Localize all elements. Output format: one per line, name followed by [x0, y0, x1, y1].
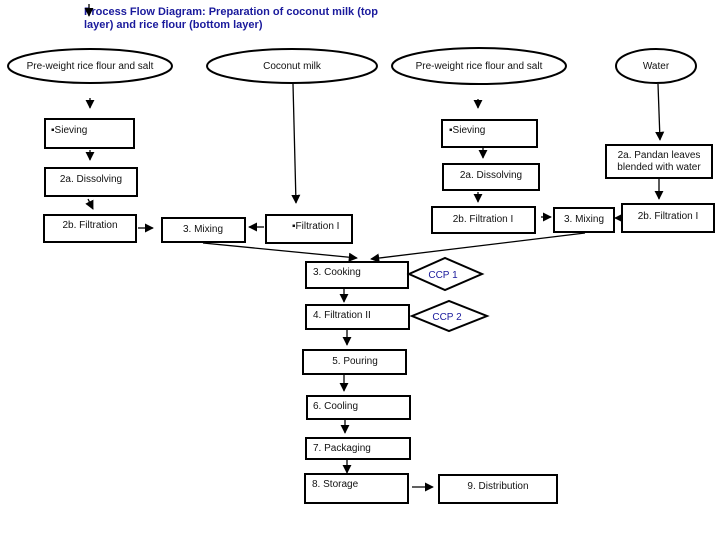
step-cooling: 6. Cooling — [306, 395, 411, 420]
step-distribution: 9. Distribution — [438, 474, 558, 504]
step-left-dissolving: 2a. Dissolving — [44, 167, 138, 197]
ccp2-label: CCP 2 — [432, 312, 462, 323]
step-filtration2-label: 4. Filtration II — [313, 310, 371, 321]
step-coconut-filtration-label: ▪Filtration I — [292, 221, 339, 232]
step-right-filtration-label: 2b. Filtration I — [453, 214, 514, 225]
step-left-mixing-label: 3. Mixing — [183, 224, 223, 235]
arrow-left-dissolving-to-filtration — [85, 198, 94, 210]
step-packaging-label: 7. Packaging — [313, 443, 371, 454]
input-rice-flour-right-label: Pre-weight rice flour and salt — [416, 61, 543, 72]
step-packaging: 7. Packaging — [305, 437, 411, 460]
step-storage-label: 8. Storage — [312, 479, 359, 490]
step-water-filtration-label: 2b. Filtration I — [638, 211, 699, 222]
step-right-sieving: ▪Sieving — [441, 119, 538, 148]
arrow-right-mixing-to-cooking — [370, 232, 586, 263]
step-cooling-label: 6. Cooling — [313, 401, 358, 412]
step-pouring-label: 5. Pouring — [332, 356, 378, 367]
step-pouring: 5. Pouring — [302, 349, 407, 375]
step-cooking-label: 3. Cooking — [313, 267, 361, 278]
arrow-coconut-to-filtration — [291, 83, 301, 204]
step-coconut-filtration: ▪Filtration I — [265, 214, 353, 244]
input-rice-flour-left-label: Pre-weight rice flour and salt — [27, 61, 154, 72]
step-right-mixing-label: 3. Mixing — [564, 214, 604, 225]
step-storage: 8. Storage — [304, 473, 409, 504]
step-pandan-label-line2: blended with water — [617, 162, 701, 173]
ccp1-diamond: CCP 1 — [406, 256, 485, 292]
arrow-left-mixing-to-cooking — [202, 242, 358, 262]
step-left-mixing: 3. Mixing — [161, 217, 246, 243]
process-flow-diagram: Pre-weight rice flour and salt Coconut m… — [7, 4, 715, 504]
step-right-filtration: 2b. Filtration I — [431, 206, 536, 234]
step-pandan-blending: 2a. Pandan leaves blended with water — [605, 144, 713, 179]
step-left-filtration-label: 2b. Filtration — [62, 220, 117, 231]
input-water-label: Water — [643, 61, 670, 72]
ccp2-diamond: CCP 2 — [409, 299, 490, 333]
step-right-dissolving-label: 2a. Dissolving — [460, 170, 522, 181]
step-filtration2: 4. Filtration II — [305, 304, 410, 330]
step-right-mixing: 3. Mixing — [553, 207, 615, 233]
step-cooking: 3. Cooking — [305, 261, 409, 289]
arrow-water-to-pandan — [655, 83, 665, 141]
input-rice-flour-left: Pre-weight rice flour and salt — [7, 48, 173, 84]
step-right-dissolving: 2a. Dissolving — [442, 163, 540, 191]
input-coconut-milk: Coconut milk — [206, 48, 378, 84]
step-pandan-label-line1: 2a. Pandan leaves — [618, 150, 701, 161]
input-coconut-milk-label: Coconut milk — [263, 61, 322, 72]
step-water-filtration: 2b. Filtration I — [621, 203, 715, 233]
step-left-filtration: 2b. Filtration — [43, 214, 137, 243]
step-right-sieving-label: ▪Sieving — [449, 125, 485, 136]
ccp1-label: CCP 1 — [428, 270, 458, 281]
step-left-sieving-label: ▪Sieving — [51, 125, 87, 136]
step-left-dissolving-label: 2a. Dissolving — [60, 174, 122, 185]
step-distribution-label: 9. Distribution — [467, 481, 528, 492]
step-left-sieving: ▪Sieving — [44, 118, 135, 149]
input-water: Water — [615, 48, 697, 84]
input-rice-flour-right: Pre-weight rice flour and salt — [391, 47, 567, 85]
